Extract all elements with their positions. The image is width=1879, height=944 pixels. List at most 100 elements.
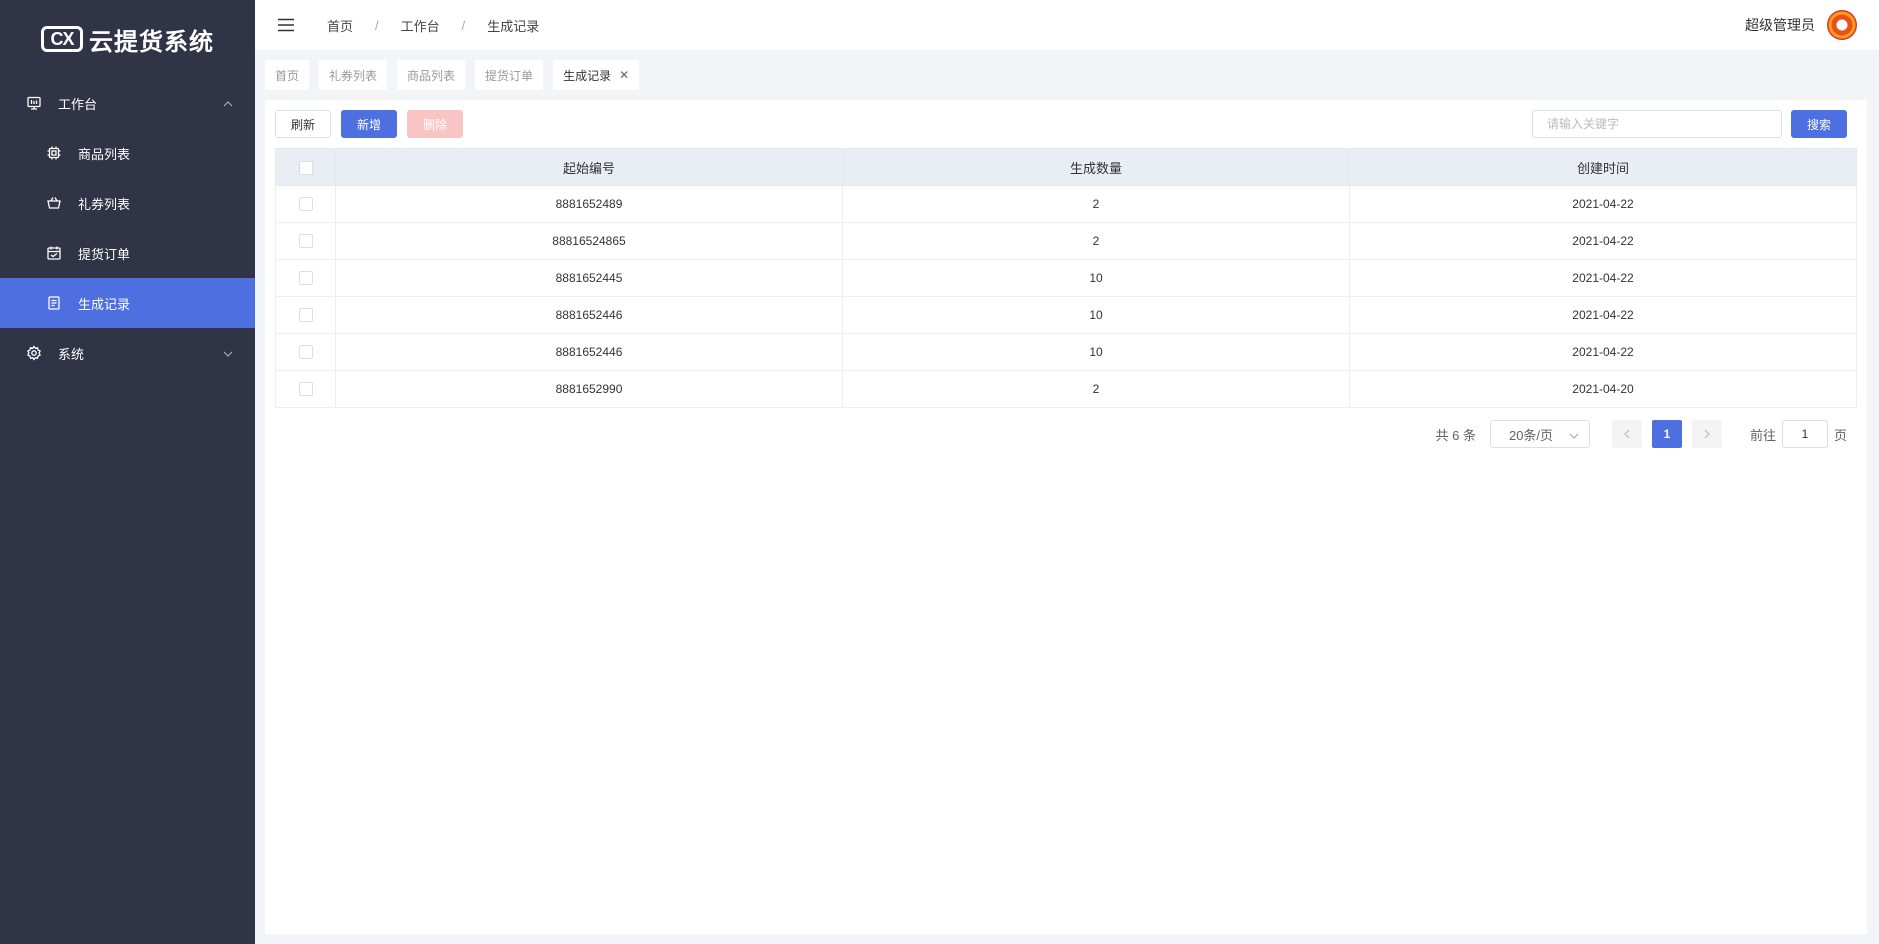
cell-start-number: 8881652446 [335, 296, 843, 334]
cell-quantity: 10 [842, 259, 1350, 297]
sidebar-item-records[interactable]: 生成记录 [0, 278, 255, 328]
add-button[interactable]: 新增 [341, 110, 397, 138]
pagination: 共 6 条 20条/页 1 前往 页 [1435, 420, 1847, 448]
tab-label: 提货订单 [485, 68, 534, 83]
sidebar-item-label: 提货订单 [78, 246, 131, 262]
cell-created: 2021-04-22 [1349, 222, 1857, 260]
tags-view: 首页 礼券列表 商品列表 提货订单 生成记录 ✕ [255, 50, 1879, 100]
refresh-button[interactable]: 刷新 [275, 110, 331, 138]
monitor-icon [26, 95, 42, 111]
cell-start-number: 8881652445 [335, 259, 843, 297]
logo-text: 云提货系统 [89, 26, 214, 56]
close-icon[interactable]: ✕ [619, 68, 629, 82]
page-size-value: 20条/页 [1508, 427, 1554, 443]
row-checkbox[interactable] [298, 382, 313, 397]
page-number-current[interactable]: 1 [1651, 420, 1682, 448]
tab-label: 首页 [275, 68, 300, 83]
pagination-total: 共 6 条 [1435, 427, 1476, 443]
row-checkbox-cell [275, 259, 336, 297]
search-input[interactable] [1532, 110, 1782, 138]
row-checkbox[interactable] [298, 345, 313, 360]
tab-label: 生成记录 [563, 68, 612, 83]
cell-start-number: 88816524865 [335, 222, 843, 260]
sidebar-group-label: 工作台 [58, 96, 98, 112]
tab-records[interactable]: 生成记录 ✕ [553, 60, 640, 90]
tab-home[interactable]: 首页 [265, 60, 310, 90]
next-page-button[interactable] [1691, 420, 1722, 448]
chevron-up-icon [223, 97, 233, 112]
breadcrumb-workbench[interactable]: 工作台 [401, 16, 440, 35]
avatar[interactable] [1827, 10, 1857, 40]
calendar-icon [46, 245, 62, 261]
row-checkbox[interactable] [298, 197, 313, 212]
document-icon [46, 295, 62, 311]
prev-page-button[interactable] [1611, 420, 1642, 448]
column-header[interactable]: 创建时间 [1349, 148, 1857, 186]
cell-quantity: 2 [842, 185, 1350, 223]
top-header: 首页 / 工作台 / 生成记录 超级管理员 [255, 0, 1879, 50]
row-checkbox[interactable] [298, 308, 313, 323]
tab-products[interactable]: 商品列表 [397, 60, 466, 90]
cell-created: 2021-04-22 [1349, 296, 1857, 334]
column-header[interactable]: 生成数量 [842, 148, 1350, 186]
table-row[interactable]: 8881652445 10 2021-04-22 [275, 259, 1857, 297]
row-checkbox-cell [275, 296, 336, 334]
delete-button[interactable]: 删除 [407, 110, 463, 138]
tab-coupons[interactable]: 礼券列表 [319, 60, 388, 90]
select-all-checkbox[interactable] [298, 160, 313, 175]
column-header[interactable]: 起始编号 [335, 148, 843, 186]
sidebar-item-orders[interactable]: 提货订单 [0, 228, 255, 278]
cell-quantity: 10 [842, 296, 1350, 334]
cell-quantity: 2 [842, 370, 1350, 408]
row-checkbox-cell [275, 222, 336, 260]
basket-icon [46, 195, 62, 211]
table-header-row: 起始编号 生成数量 创建时间 [275, 148, 1857, 186]
sidebar-item-label: 商品列表 [78, 146, 131, 162]
toolbar: 刷新 新增 删除 搜索 [275, 110, 1847, 138]
cell-created: 2021-04-20 [1349, 370, 1857, 408]
sidebar-group-system[interactable]: 系统 [0, 328, 255, 378]
breadcrumb-home[interactable]: 首页 [327, 16, 353, 35]
sidebar-item-products[interactable]: 商品列表 [0, 128, 255, 178]
breadcrumb-current: 生成记录 [487, 18, 540, 34]
chevron-down-icon [1569, 429, 1579, 444]
main-panel: 刷新 新增 删除 搜索 起始编号 生成数量 创建时间 8881652489 2 … [265, 100, 1867, 934]
row-checkbox-cell [275, 370, 336, 408]
breadcrumb: 首页 / 工作台 / 生成记录 [327, 16, 539, 35]
breadcrumb-separator: / [461, 17, 466, 33]
page-size-select[interactable]: 20条/页 [1489, 420, 1590, 448]
logo: CX 云提货系统 [0, 0, 255, 78]
menu-toggle-icon[interactable] [277, 18, 301, 32]
table-row[interactable]: 8881652446 10 2021-04-22 [275, 333, 1857, 371]
table-row[interactable]: 8881652446 10 2021-04-22 [275, 296, 1857, 334]
sidebar-group-workbench[interactable]: 工作台 [0, 78, 255, 128]
sidebar-item-coupons[interactable]: 礼券列表 [0, 178, 255, 228]
cell-start-number: 8881652489 [335, 185, 843, 223]
sidebar-item-label: 生成记录 [78, 296, 131, 312]
table-row[interactable]: 88816524865 2 2021-04-22 [275, 222, 1857, 260]
tab-label: 商品列表 [407, 68, 456, 83]
table-row[interactable]: 8881652990 2 2021-04-20 [275, 370, 1857, 408]
logo-mark: CX [41, 26, 83, 52]
goto-label: 前往 [1749, 427, 1776, 443]
goto-page-input[interactable] [1781, 420, 1828, 448]
row-checkbox-cell [275, 333, 336, 371]
user-menu[interactable]: 超级管理员 [1745, 0, 1857, 50]
row-checkbox[interactable] [298, 234, 313, 249]
sidebar: CX 云提货系统 工作台 商品列表 礼券列表 提货订单 生成记录 系统 [0, 0, 255, 944]
user-name[interactable]: 超级管理员 [1745, 15, 1815, 35]
tab-orders[interactable]: 提货订单 [475, 60, 544, 90]
sidebar-item-label: 礼券列表 [78, 196, 131, 212]
row-checkbox[interactable] [298, 271, 313, 286]
chip-icon [46, 145, 62, 161]
breadcrumb-separator: / [375, 17, 379, 33]
search-button[interactable]: 搜索 [1791, 110, 1847, 138]
cell-created: 2021-04-22 [1349, 259, 1857, 297]
cell-start-number: 8881652990 [335, 370, 843, 408]
cell-quantity: 10 [842, 333, 1350, 371]
cell-quantity: 2 [842, 222, 1350, 260]
gear-icon [26, 345, 42, 361]
cell-created: 2021-04-22 [1349, 185, 1857, 223]
table-row[interactable]: 8881652489 2 2021-04-22 [275, 185, 1857, 223]
cell-start-number: 8881652446 [335, 333, 843, 371]
